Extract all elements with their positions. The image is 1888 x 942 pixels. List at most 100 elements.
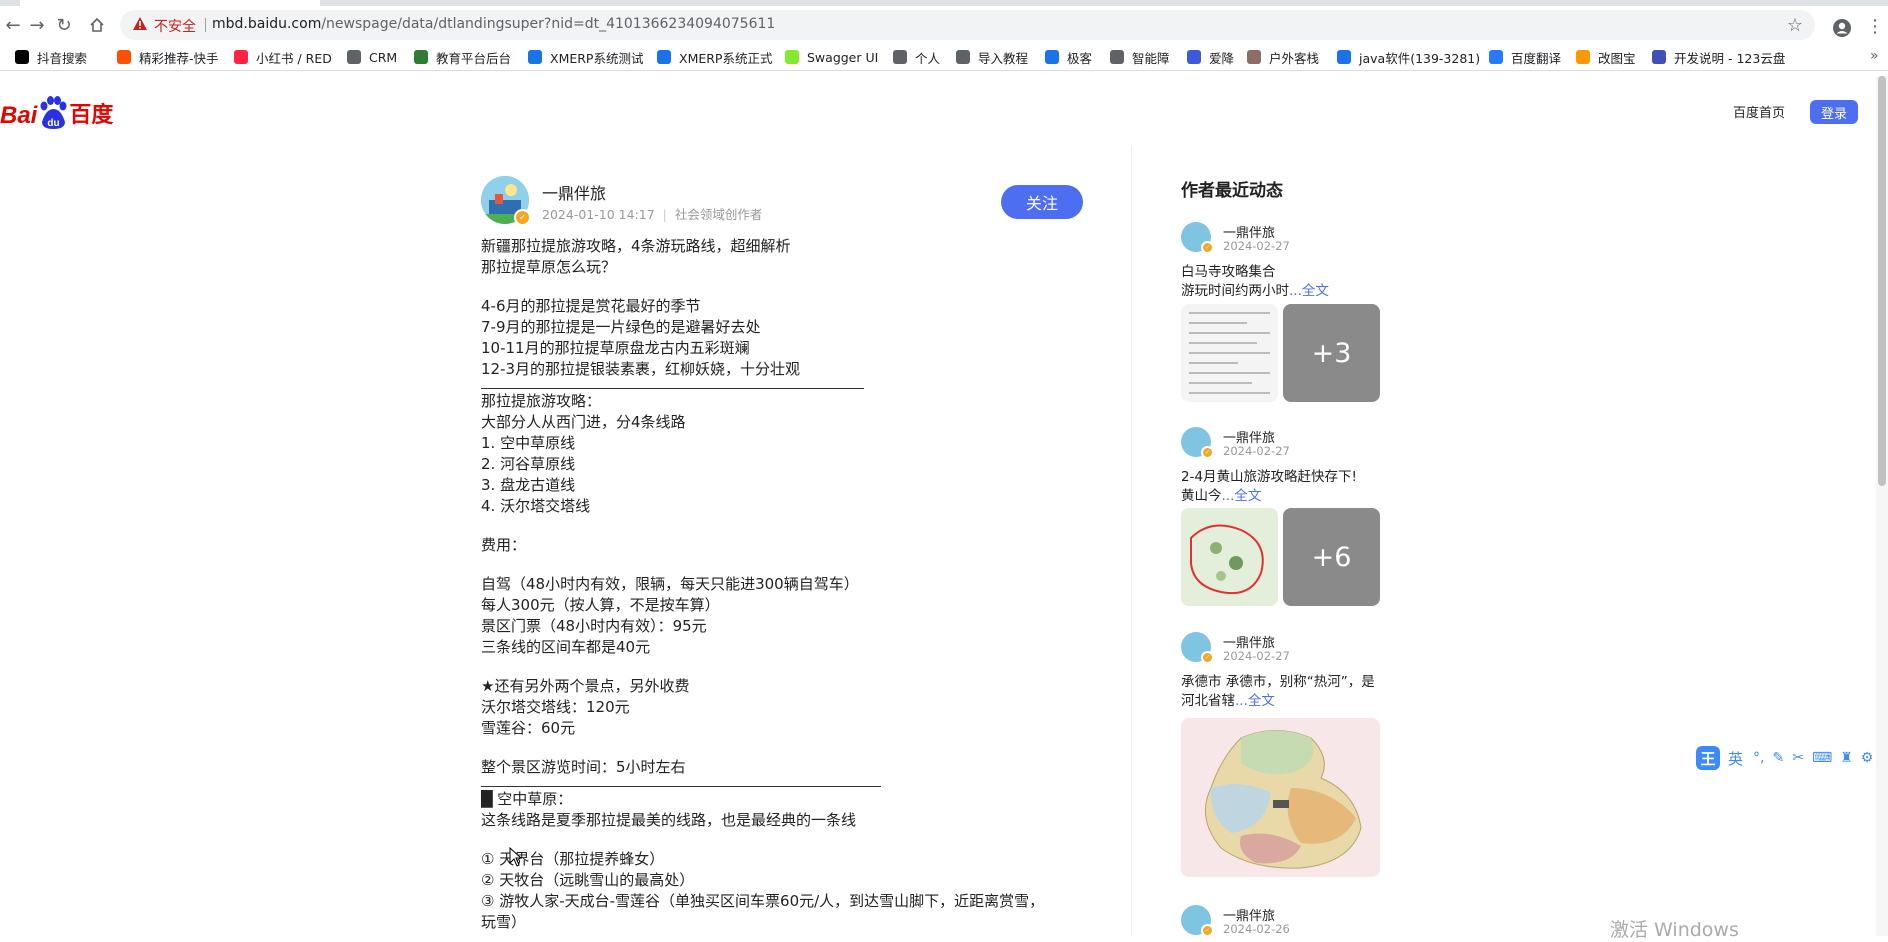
article-body: 新疆那拉提旅游攻略，4条游玩路线，超细解析 那拉提草原怎么玩？ 4-6月的那拉提是赏… <box>481 236 1081 933</box>
url-text[interactable]: mbd.baidu.com/newspage/data/dtlandingsup… <box>212 16 775 32</box>
article-line: 12-3月的那拉提银装素裹，红柳妖娆，十分壮观 <box>481 360 801 378</box>
feed-thumbnail-more[interactable]: +6 <box>1283 508 1380 606</box>
article-spacer <box>481 658 1081 676</box>
red-icon <box>234 50 248 64</box>
bookmark-item[interactable]: java软件(139-3281) <box>1337 48 1480 66</box>
author-name[interactable]: 一鼎伴旅 <box>542 180 606 204</box>
bookmark-item[interactable]: 个人 <box>893 48 940 66</box>
baidu-logo[interactable]: Bai du 百度 <box>0 94 113 130</box>
bookmark-item[interactable]: XMERP系统正式 <box>657 48 772 66</box>
map-image <box>1181 508 1278 606</box>
bookmark-item[interactable]: XMERP系统测试 <box>528 48 643 66</box>
feed-text-line: 2-4月黄山旅游攻略赶快存下! <box>1181 469 1357 485</box>
article-line: ② 天牧台（远眺雪山的最高处） <box>481 871 695 889</box>
feed-thumbnail-more[interactable]: +3 <box>1283 304 1380 402</box>
bookmark-item[interactable]: 教育平台后台 <box>414 48 511 66</box>
bookmark-label: 改图宝 <box>1598 50 1636 66</box>
bookmark-label: 精彩推荐-快手 <box>139 50 219 66</box>
scrollbar-thumb[interactable] <box>1878 76 1886 486</box>
bookmark-item[interactable]: CRM <box>347 48 397 66</box>
camp-icon <box>1247 50 1261 64</box>
bookmark-label: 导入教程 <box>978 50 1029 66</box>
baidu-home-link[interactable]: 百度首页 <box>1733 102 1785 121</box>
verified-badge-icon: ✓ <box>1201 651 1214 664</box>
profile-icon[interactable] <box>1832 18 1852 38</box>
article-line: 4. 沃尔塔交塔线 <box>481 497 591 515</box>
login-button[interactable]: 登录 <box>1810 100 1858 124</box>
article-line: 景区门票（48小时内有效）：95元 <box>481 617 707 635</box>
windows-activation-watermark: 激活 Windows <box>1610 919 1739 941</box>
article-line: 这条线路是夏季那拉提最美的线路，也是最经典的一条线 <box>481 811 857 829</box>
bookmark-label: 小红书 / RED <box>256 50 332 66</box>
bookmark-item[interactable]: 极客 <box>1045 48 1092 66</box>
ime-logo[interactable]: 王 <box>1696 746 1720 770</box>
bookmark-item[interactable]: 户外客栈 <box>1247 48 1319 66</box>
paw-icon: du <box>40 96 67 129</box>
bookmark-item[interactable]: 精彩推荐-快手 <box>117 48 219 66</box>
follow-button[interactable]: 关注 <box>1001 185 1083 219</box>
plane-icon <box>1045 50 1059 64</box>
feed-text[interactable]: 承德市 承德市，别称“热河”，是 河北省辖...全文 <box>1181 673 1381 711</box>
feed-more-link[interactable]: ...全文 <box>1222 488 1262 504</box>
pen-icon[interactable]: ✎ <box>1772 750 1784 766</box>
post-date: 2024-01-10 14:17 <box>542 207 655 222</box>
bookmark-label: 个人 <box>915 50 941 66</box>
keyboard-icon[interactable]: ⌨ <box>1812 750 1832 766</box>
bookmark-item[interactable]: 爱降 <box>1187 48 1234 66</box>
address-bar[interactable]: 不安全 mbd.baidu.com/newspage/data/dtlandin… <box>120 10 1815 40</box>
bookmark-item[interactable]: 小红书 / RED <box>234 48 332 66</box>
verified-badge-icon: ✓ <box>514 209 531 226</box>
bookmark-label: java软件(139-3281) <box>1359 50 1481 66</box>
settings-icon[interactable]: ⚙ <box>1861 750 1874 766</box>
feed-text-line: 白马寺攻略集合 <box>1181 264 1276 280</box>
url-divider <box>205 18 206 32</box>
feed-map-thumbnail[interactable] <box>1181 718 1380 877</box>
article-line: 4-6月的那拉提是赏花最好的季节 <box>481 297 701 315</box>
home-icon[interactable] <box>84 12 110 38</box>
skin-icon[interactable]: ♜ <box>1840 750 1853 766</box>
feed-text[interactable]: 白马寺攻略集合 游玩时间约两小时...全文 <box>1181 263 1381 301</box>
punctuation-icon[interactable]: °, <box>1753 750 1764 766</box>
article-line: 那拉提草原怎么玩？ <box>481 258 617 276</box>
article-spacer <box>481 739 1081 757</box>
reload-icon[interactable]: ↻ <box>51 12 77 38</box>
warning-icon[interactable] <box>132 16 148 32</box>
face-icon <box>1187 50 1201 64</box>
feed-more-link[interactable]: ...全文 <box>1289 283 1329 299</box>
bookmark-item[interactable]: 开发说明 - 123云盘 <box>1652 48 1785 66</box>
globe-icon <box>893 50 907 64</box>
article-line: 1. 空中草原线 <box>481 434 576 452</box>
scrollbar[interactable] <box>1876 76 1888 936</box>
bookmark-label: 教育平台后台 <box>436 50 512 66</box>
forward-icon[interactable]: → <box>24 12 50 38</box>
feed-thumbnail[interactable] <box>1181 508 1278 606</box>
sidebar-title: 作者最近动态 <box>1181 181 1283 201</box>
leaf-icon <box>414 50 428 64</box>
insecure-label[interactable]: 不安全 <box>154 16 196 36</box>
bookmarks-overflow-icon[interactable]: » <box>1870 48 1879 64</box>
article-divider <box>481 388 864 389</box>
bookmark-label: Swagger UI <box>807 49 879 65</box>
ime-toolbar[interactable]: 王 英 °, ✎ ✂ ⌨ ♜ ⚙ <box>1696 745 1888 771</box>
bookmark-item[interactable]: 改图宝 <box>1576 48 1636 66</box>
article-line: 那拉提旅游攻略： <box>481 392 602 410</box>
back-icon[interactable]: ← <box>0 12 26 38</box>
globe-icon <box>956 50 970 64</box>
bookmark-item[interactable]: 智能障 <box>1110 48 1170 66</box>
feed-thumbnail[interactable] <box>1181 304 1278 402</box>
feed-more-link[interactable]: ...全文 <box>1235 693 1275 709</box>
bookmark-item[interactable]: Swagger UI <box>785 48 878 66</box>
bookmark-item[interactable]: 百度翻译 <box>1489 48 1561 66</box>
feed-text[interactable]: 2-4月黄山旅游攻略赶快存下! 黄山今...全文 <box>1181 468 1381 506</box>
article-spacer <box>481 517 1081 535</box>
scissors-icon[interactable]: ✂ <box>1792 750 1804 766</box>
m-icon <box>657 50 671 64</box>
map-image <box>1204 730 1362 869</box>
ime-language-toggle[interactable]: 英 <box>1728 748 1743 769</box>
article-line: █ 空中草原： <box>481 790 573 808</box>
bookmark-star-icon[interactable]: ☆ <box>1787 15 1803 36</box>
logo-paw-text: du <box>48 118 60 129</box>
bookmark-item[interactable]: 导入教程 <box>956 48 1028 66</box>
bookmark-item[interactable]: 抖音搜索 <box>15 48 87 66</box>
menu-icon[interactable]: ⋮ <box>1866 16 1884 37</box>
